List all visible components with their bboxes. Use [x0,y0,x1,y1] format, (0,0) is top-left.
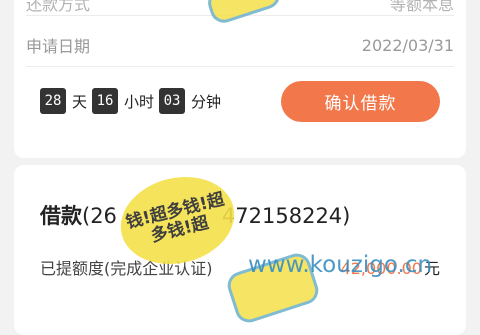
extracted-amount-value: 42,000.00 [340,259,422,278]
apply-date-value: 2022/03/31 [361,35,454,55]
countdown-minutes-unit: 分钟 [191,92,222,111]
apply-date-label: 申请日期 [26,37,91,56]
countdown-days-unit: 天 [72,92,88,111]
apply-date-row: 申请日期 2022/03/31 [26,33,454,57]
repay-method-value: 等额本息 [389,0,454,14]
loan-detail-card [14,0,466,158]
loan-title-suffix: 472158224) [221,204,351,228]
extracted-amount: 42,000.00 元 [341,255,440,279]
countdown-hours-unit: 小时 [124,92,155,111]
countdown-hours: 16 [92,88,119,114]
countdown-days: 28 [40,88,66,114]
loan-title-prefix: 借款 [40,204,82,228]
divider [26,66,454,67]
loan-title-number: (26 [82,204,117,228]
extracted-amount-unit: 元 [423,259,440,278]
countdown-minutes: 03 [159,88,186,114]
countdown-timer: 28 天 16 小时 03 分钟 [40,88,226,114]
repay-method-label: 还款方式 [26,0,91,14]
confirm-loan-button[interactable]: 确认借款 [281,81,440,122]
